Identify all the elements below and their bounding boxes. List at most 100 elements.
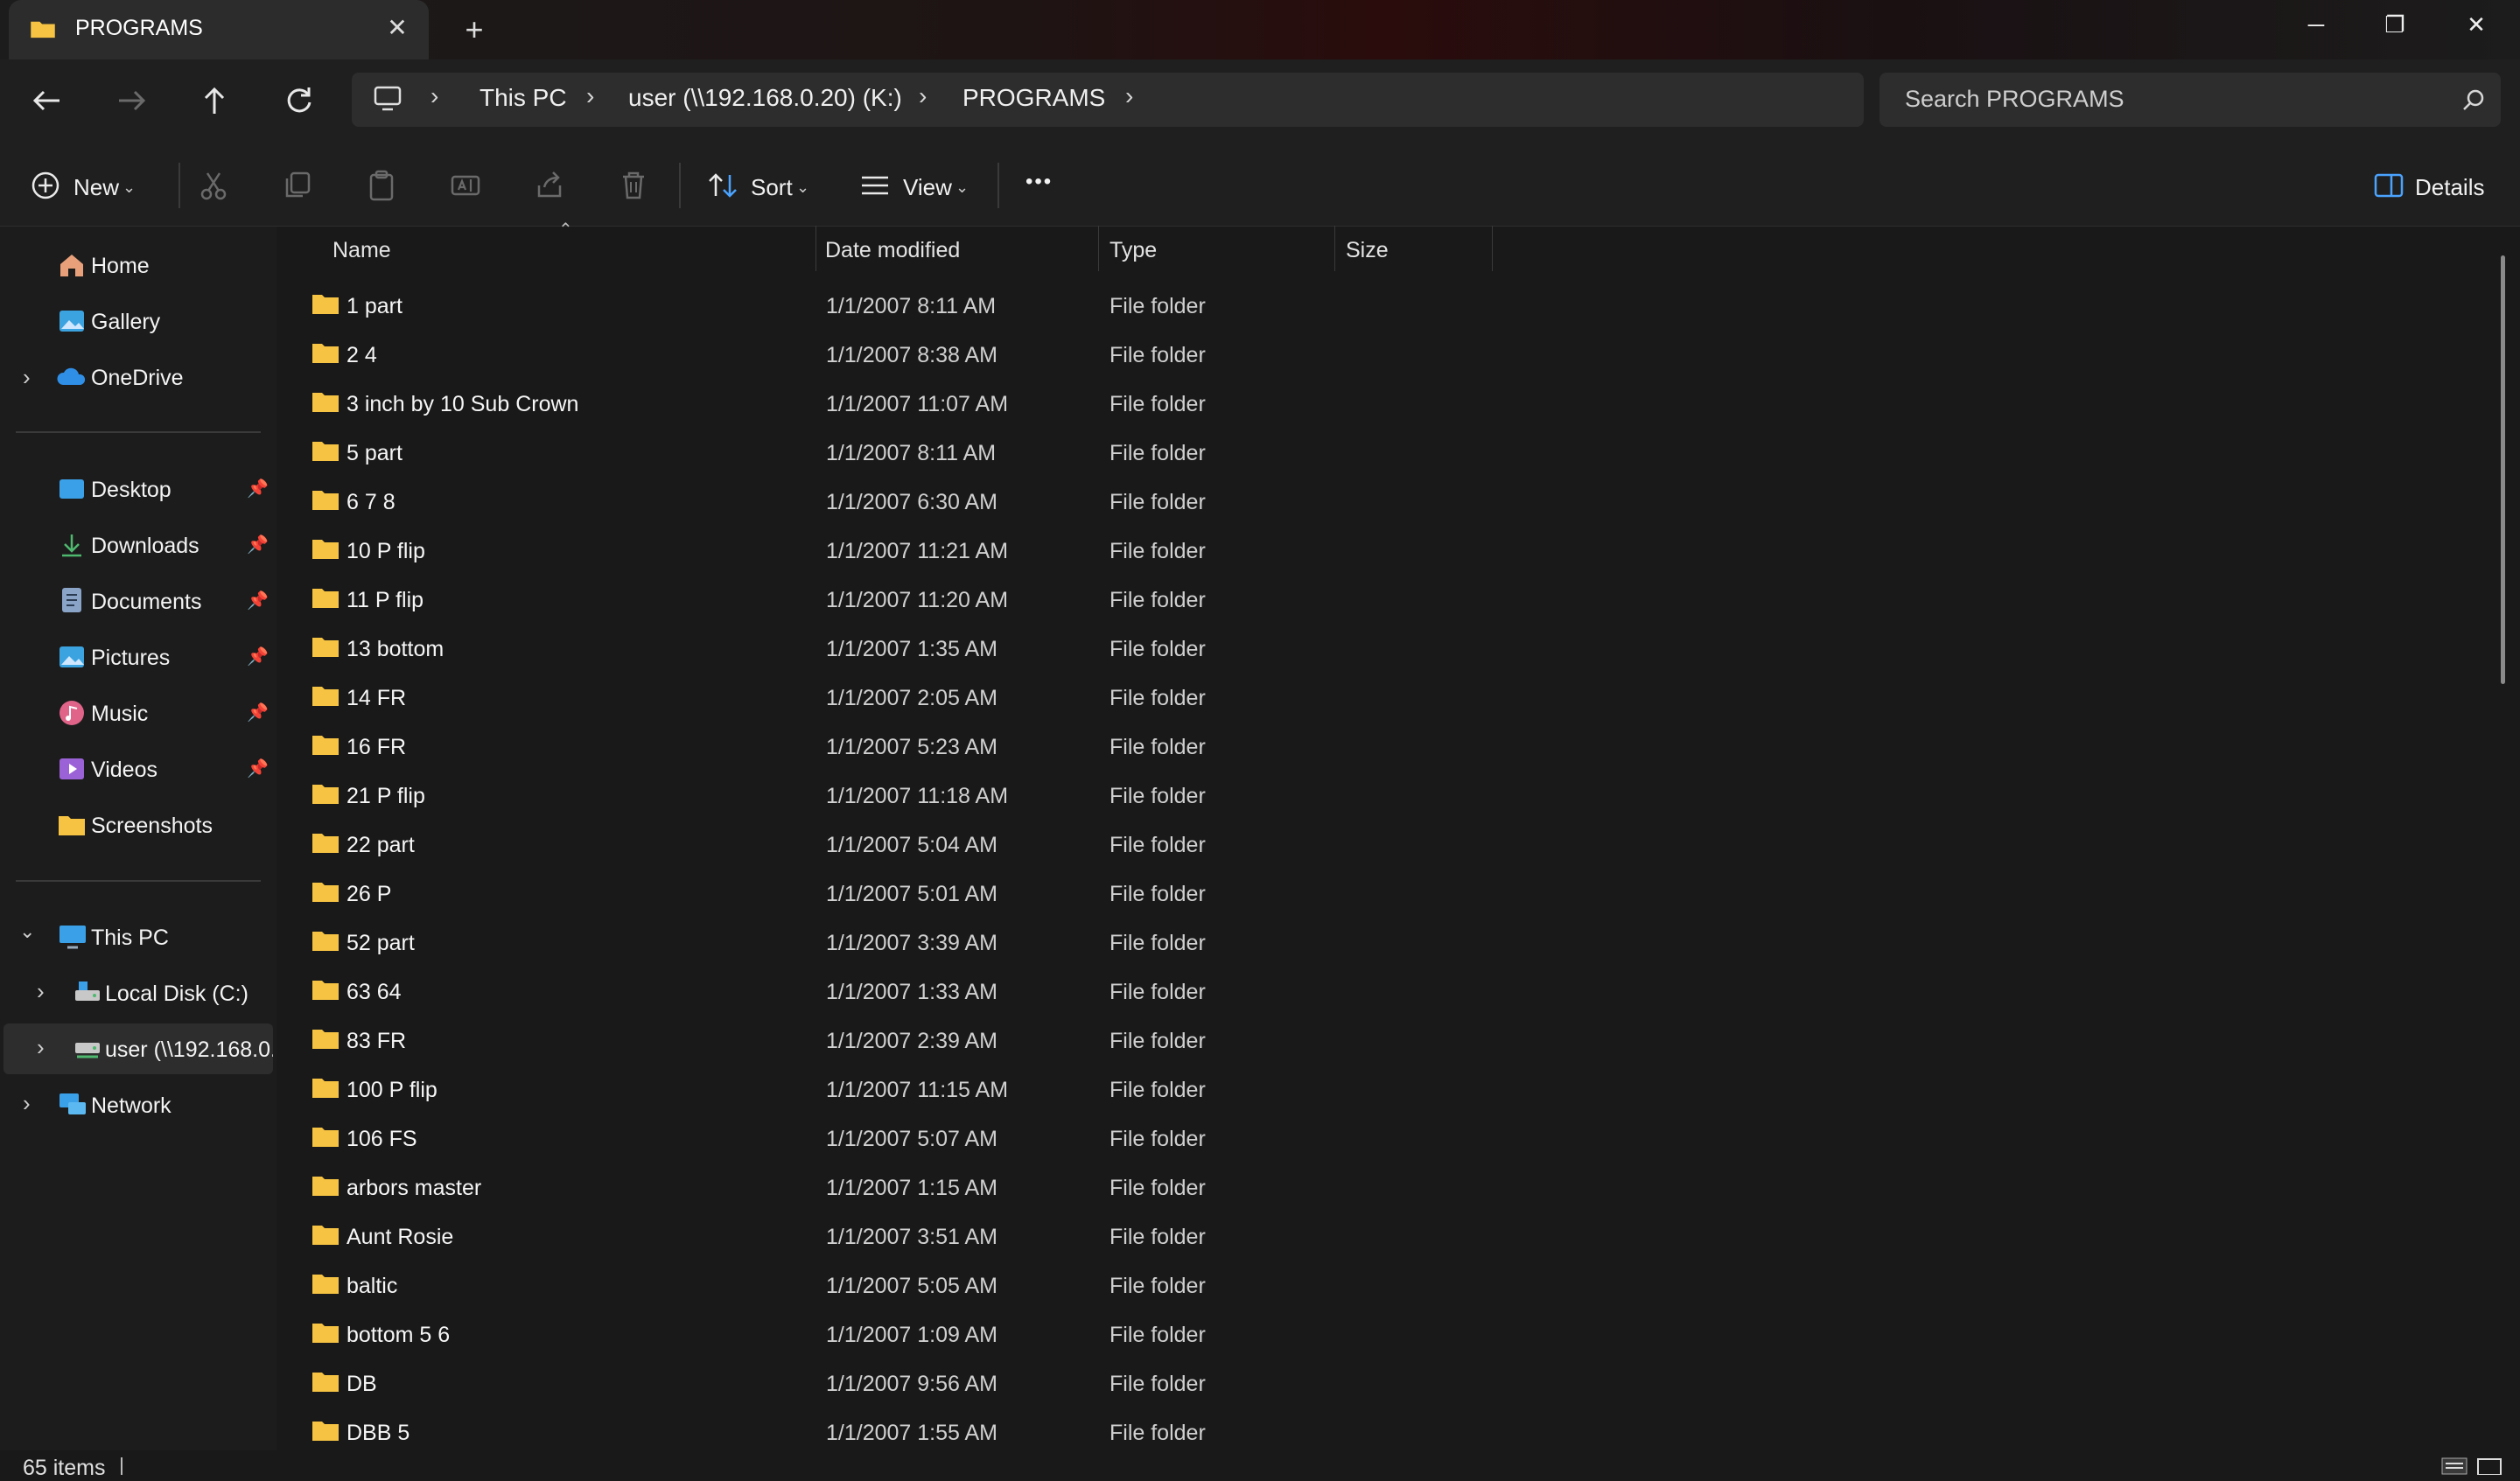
file-type: File folder xyxy=(1110,882,1206,906)
pc-icon xyxy=(374,86,402,111)
sort-button[interactable]: Sort xyxy=(751,174,793,201)
file-name: 63 64 xyxy=(346,980,402,1004)
new-button[interactable]: New xyxy=(74,174,119,201)
file-name: DBB 5 xyxy=(346,1421,410,1445)
file-type: File folder xyxy=(1110,539,1206,563)
close-window-button[interactable]: ✕ xyxy=(2437,0,2516,49)
breadcrumb-chevron-icon[interactable]: › xyxy=(1125,82,1133,110)
folder-icon xyxy=(312,981,339,1000)
pin-icon[interactable]: 📌 xyxy=(247,646,269,667)
breadcrumb-network-drive[interactable]: user (\\192.168.0.20) (K:) xyxy=(628,84,902,112)
breadcrumb-chevron-icon[interactable]: › xyxy=(430,82,438,110)
file-name: 83 FR xyxy=(346,1029,407,1053)
forward-arrow-icon[interactable] xyxy=(114,86,149,115)
details-button[interactable]: Details xyxy=(2415,174,2484,201)
file-type: File folder xyxy=(1110,1421,1206,1445)
chevron-down-icon[interactable]: ⌄ xyxy=(956,178,969,197)
folder-icon xyxy=(312,1030,339,1049)
cut-icon[interactable] xyxy=(196,168,231,203)
videos-icon xyxy=(60,758,84,779)
tab-programs[interactable] xyxy=(9,0,429,59)
file-name: Aunt Rosie xyxy=(346,1225,454,1249)
file-type: File folder xyxy=(1110,1274,1206,1298)
sidebar-item-label: Network xyxy=(91,1093,172,1118)
breadcrumb-chevron-icon[interactable]: › xyxy=(919,82,927,110)
sidebar-item-label: user (\\192.168.0.2 xyxy=(105,1037,273,1062)
file-type: File folder xyxy=(1110,343,1206,367)
file-date: 1/1/2007 2:05 AM xyxy=(826,686,998,710)
address-bar[interactable] xyxy=(352,73,1864,127)
paste-icon[interactable] xyxy=(364,168,399,203)
column-header-date[interactable]: Date modified xyxy=(825,238,960,263)
chevron-down-icon[interactable]: ⌄ xyxy=(796,178,809,197)
file-type: File folder xyxy=(1110,1323,1206,1347)
breadcrumb-chevron-icon[interactable]: › xyxy=(586,82,594,110)
search-placeholder: Search PROGRAMS xyxy=(1905,86,2124,112)
share-icon[interactable] xyxy=(532,168,567,203)
file-date: 1/1/2007 1:09 AM xyxy=(826,1323,998,1347)
pin-icon[interactable]: 📌 xyxy=(247,702,269,723)
file-name: DB xyxy=(346,1372,377,1396)
tab-close-icon[interactable]: ✕ xyxy=(382,10,413,45)
file-date: 1/1/2007 3:39 AM xyxy=(826,931,998,955)
file-name: baltic xyxy=(346,1274,398,1298)
view-icon[interactable] xyxy=(858,168,892,203)
status-divider xyxy=(121,1457,122,1475)
file-name: 106 FS xyxy=(346,1127,417,1151)
column-separator[interactable] xyxy=(1492,226,1493,271)
rename-icon[interactable] xyxy=(448,168,483,203)
file-date: 1/1/2007 5:23 AM xyxy=(826,735,998,759)
expand-chevron-icon[interactable]: › xyxy=(37,1034,45,1061)
minimize-button[interactable]: ─ xyxy=(2277,0,2356,49)
network-drive-icon xyxy=(75,1043,100,1058)
copy-icon[interactable] xyxy=(280,168,315,203)
file-date: 1/1/2007 6:30 AM xyxy=(826,490,998,514)
delete-icon[interactable] xyxy=(616,168,651,203)
file-type: File folder xyxy=(1110,392,1206,416)
new-plus-icon[interactable] xyxy=(28,168,63,203)
tiles-view-icon[interactable] xyxy=(2476,1457,2502,1475)
search-icon[interactable] xyxy=(2460,87,2487,114)
vertical-scrollbar[interactable] xyxy=(2501,255,2505,684)
column-header-name[interactable]: Name xyxy=(332,238,391,263)
cloud-icon xyxy=(57,367,86,385)
sort-icon[interactable] xyxy=(705,168,740,203)
column-header-type[interactable]: Type xyxy=(1110,238,1157,263)
file-type: File folder xyxy=(1110,441,1206,465)
up-arrow-icon[interactable] xyxy=(198,84,231,117)
pin-icon[interactable]: 📌 xyxy=(247,590,269,611)
view-button[interactable]: View xyxy=(903,174,952,201)
folder-icon xyxy=(312,1177,339,1196)
file-name: 2 4 xyxy=(346,343,377,367)
file-date: 1/1/2007 9:56 AM xyxy=(826,1372,998,1396)
new-tab-button[interactable]: + xyxy=(457,12,492,47)
folder-icon xyxy=(312,1324,339,1343)
column-separator[interactable] xyxy=(1334,226,1335,271)
column-separator[interactable] xyxy=(1098,226,1099,271)
tab-title: PROGRAMS xyxy=(75,16,203,40)
details-view-icon[interactable] xyxy=(2441,1457,2468,1475)
pin-icon[interactable]: 📌 xyxy=(247,478,269,499)
folder-icon xyxy=(312,687,339,706)
back-arrow-icon[interactable] xyxy=(30,86,65,115)
breadcrumb-programs[interactable]: PROGRAMS xyxy=(962,84,1105,112)
breadcrumb-this-pc[interactable]: This PC xyxy=(480,84,567,112)
file-name: 10 P flip xyxy=(346,539,425,563)
pin-icon[interactable]: 📌 xyxy=(247,534,269,555)
refresh-icon[interactable] xyxy=(282,84,315,117)
folder-icon xyxy=(312,442,339,461)
pin-icon[interactable]: 📌 xyxy=(247,758,269,779)
sidebar-item-label: Local Disk (C:) xyxy=(105,982,248,1006)
details-pane-icon[interactable] xyxy=(2371,168,2406,203)
column-header-size[interactable]: Size xyxy=(1346,238,1389,263)
file-name: 1 part xyxy=(346,294,402,318)
file-date: 1/1/2007 8:11 AM xyxy=(826,294,997,318)
folder-icon xyxy=(312,393,339,412)
file-name: 13 bottom xyxy=(346,637,444,661)
chevron-down-icon[interactable]: ⌄ xyxy=(122,178,136,197)
restore-button[interactable]: ❐ xyxy=(2356,0,2434,49)
sidebar-item-label: Desktop xyxy=(91,478,172,502)
pc-icon xyxy=(60,926,86,949)
folder-icon xyxy=(312,638,339,657)
more-options-button[interactable]: ••• xyxy=(1026,170,1053,194)
